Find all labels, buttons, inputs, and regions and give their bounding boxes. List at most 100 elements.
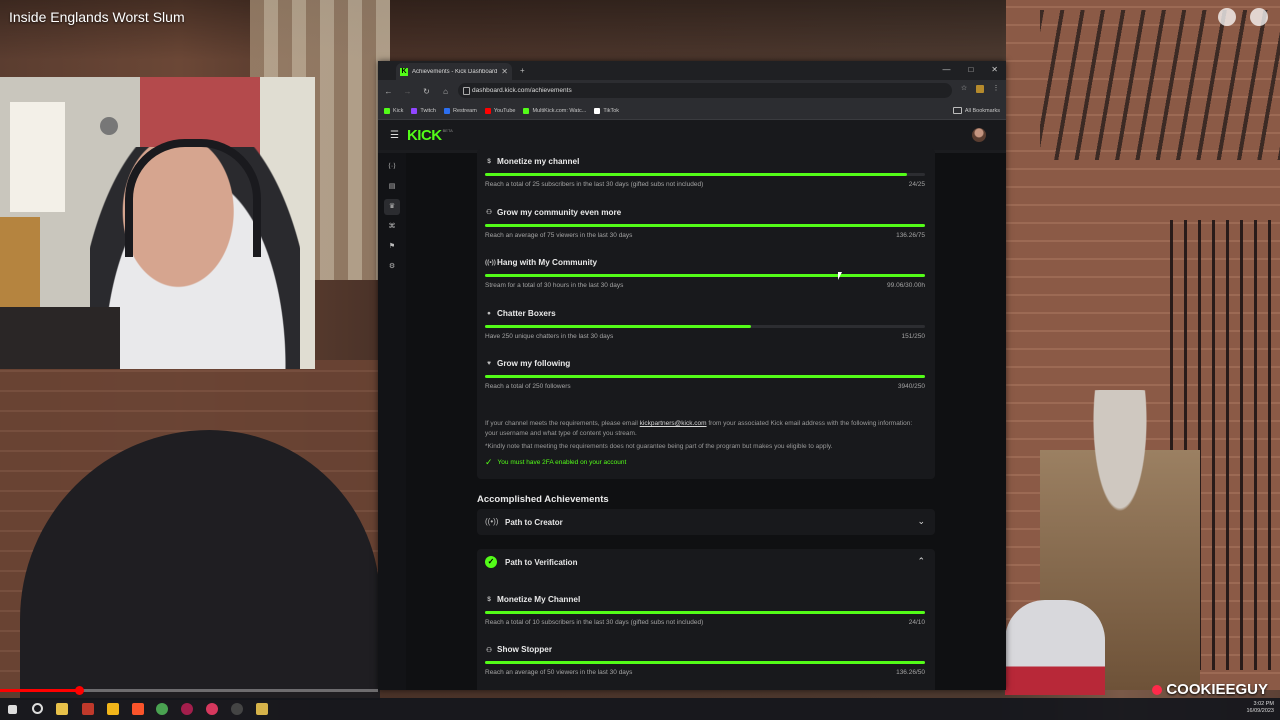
close-window-icon[interactable]: ✕ (991, 65, 998, 74)
bookmark-label: Twitch (420, 107, 436, 114)
video-title[interactable]: Inside Englands Worst Slum (9, 9, 185, 25)
clock-time: 3:02 PM (1253, 701, 1274, 707)
site-info-icon[interactable] (463, 87, 470, 95)
brave-icon[interactable] (132, 703, 144, 715)
broadcast-nav-icon[interactable]: ⟨·⟩ (388, 163, 396, 171)
bookmark-item[interactable]: YouTube (484, 107, 515, 114)
browser-window: K Achievements - Kick Dashboard ✕ + — □ … (378, 61, 1006, 690)
chevron-down-icon[interactable]: ⌄ (917, 516, 925, 527)
achievement-header: $ Monetize My Channel (485, 595, 925, 604)
youtube-logo-icon (1152, 684, 1163, 695)
dollar-icon: $ (487, 158, 491, 165)
browser-toolbar: ← → ↻ ⌂ dashboard.kick.com/achievements … (378, 80, 1006, 102)
all-bookmarks[interactable]: All Bookmarks (952, 107, 1000, 114)
watermark-text: COOKIEEGUY (1166, 681, 1268, 698)
start-icon[interactable] (8, 705, 17, 714)
mod-nav-icon[interactable]: ⌘ (388, 223, 396, 231)
bookmark-item[interactable]: MultiKick.com: Watc... (523, 107, 586, 114)
minimize-icon[interactable]: — (942, 65, 950, 74)
bookmark-favicon-icon (443, 107, 450, 114)
achievement-progress-bar (485, 661, 925, 664)
people-icon: ⚇ (486, 209, 492, 217)
info-paragraph: If your channel meets the requirements, … (485, 419, 925, 438)
achievement-header: ((•)) Hang with My Community (485, 258, 925, 267)
app-icon-3[interactable] (181, 703, 193, 715)
menu-dots-icon[interactable]: ⋮ (992, 85, 1000, 93)
clock-date: 16/09/2023 (1246, 708, 1274, 714)
achievement-progress-bar (485, 611, 925, 614)
achievement-description: Reach a total of 10 subscribers in the l… (485, 619, 704, 626)
achievement-description: Reach an average of 50 viewers in the la… (485, 669, 633, 676)
maximize-icon[interactable]: □ (968, 65, 973, 74)
path-to-creator-row[interactable]: ((•)) Path to Creator ⌄ (477, 509, 935, 535)
close-tab-icon[interactable]: ✕ (501, 67, 508, 76)
app-icon-4[interactable] (206, 703, 218, 715)
heart-icon: ♥ (487, 360, 491, 368)
toolbar-right: ☆ ⋮ (960, 85, 1000, 93)
webcam-overlay (0, 77, 315, 369)
obs-icon[interactable] (231, 703, 243, 715)
bookmark-item[interactable]: Restream (443, 107, 477, 114)
achievement-title: Grow my community even more (497, 207, 622, 217)
chevron-up-icon[interactable]: ⌃ (917, 556, 925, 567)
achievement-progress-bar (485, 173, 925, 176)
windows-taskbar: 3:02 PM 16/09/2023 (0, 698, 1280, 720)
partner-email-link[interactable]: kickpartners@kick.com (640, 420, 707, 427)
share-icon[interactable] (1250, 8, 1268, 26)
address-bar[interactable]: dashboard.kick.com/achievements (458, 83, 952, 98)
file-explorer-icon[interactable] (56, 703, 68, 715)
extension-icon[interactable] (976, 85, 984, 93)
achievement-header: ● Chatter Boxers (485, 309, 925, 318)
achievement-progress-fill (485, 173, 908, 176)
achievement-progress-fill (485, 274, 925, 278)
home-icon[interactable]: ⌂ (441, 87, 450, 96)
trophy-nav-icon[interactable]: ♛ (384, 199, 400, 215)
kick-header: ☰ KICK BETA (378, 120, 1006, 150)
achievement-value: 136.26/50 (896, 669, 925, 676)
new-tab-icon[interactable]: + (520, 66, 525, 75)
app-icon-2[interactable] (107, 703, 119, 715)
back-icon[interactable]: ← (384, 87, 393, 96)
user-avatar[interactable] (972, 128, 986, 142)
watch-later-icon[interactable] (1218, 8, 1236, 26)
verified-badge-icon: ✓ (485, 556, 497, 568)
achievement-title: Grow my following (497, 359, 571, 369)
chat-icon: ● (487, 309, 491, 317)
bookmark-favicon-icon (594, 107, 601, 114)
achievement-header: $ Monetize my channel (485, 157, 925, 166)
app-icon-1[interactable] (82, 703, 94, 715)
bookmark-item[interactable]: TikTok (594, 107, 619, 114)
people-icon: ⚇ (486, 646, 492, 654)
achievement-progress-bar (485, 274, 925, 278)
achievement-progress-fill (485, 661, 925, 664)
achievement-value: 151/250 (901, 332, 926, 340)
settings-nav-icon[interactable]: ⚙ (388, 263, 396, 271)
info-note: *Kindly note that meeting the requiremen… (485, 443, 833, 450)
video-progress-bar[interactable] (0, 689, 378, 692)
achievement-progress-fill (485, 223, 925, 227)
community-nav-icon[interactable]: ⚑ (388, 243, 396, 251)
hamburger-menu-icon[interactable]: ☰ (390, 130, 399, 141)
achievement-value: 24/25 (908, 181, 925, 188)
desk-shadow (0, 307, 120, 369)
achievement-progress-fill (485, 375, 925, 379)
layout-nav-icon[interactable]: ▤ (388, 183, 396, 191)
app-icon-5[interactable] (256, 703, 268, 715)
bookmark-item[interactable]: Kick (384, 107, 403, 114)
chrome-icon[interactable] (156, 703, 168, 715)
achievement-progress-bar (485, 324, 925, 328)
bookmark-item[interactable]: Twitch (411, 107, 436, 114)
side-nav: ⟨·⟩ ▤ ♛ ⌘ ⚑ ⚙ (378, 153, 406, 690)
tab-achievements[interactable]: K Achievements - Kick Dashboard ✕ (396, 63, 512, 80)
wall-clock (100, 117, 118, 135)
reload-icon[interactable]: ↻ (422, 87, 431, 96)
search-icon[interactable] (32, 703, 43, 714)
kick-logo[interactable]: KICK (407, 127, 442, 144)
bookmark-favicon-icon (523, 107, 530, 114)
bookmark-star-icon[interactable]: ☆ (960, 85, 968, 93)
kick-favicon-icon: K (400, 67, 408, 76)
taskbar-clock[interactable]: 3:02 PM 16/09/2023 (1246, 701, 1274, 715)
achievement-header: ♥ Grow my following (485, 359, 925, 368)
forward-icon[interactable]: → (403, 87, 412, 96)
video-progress-fill (0, 689, 80, 692)
